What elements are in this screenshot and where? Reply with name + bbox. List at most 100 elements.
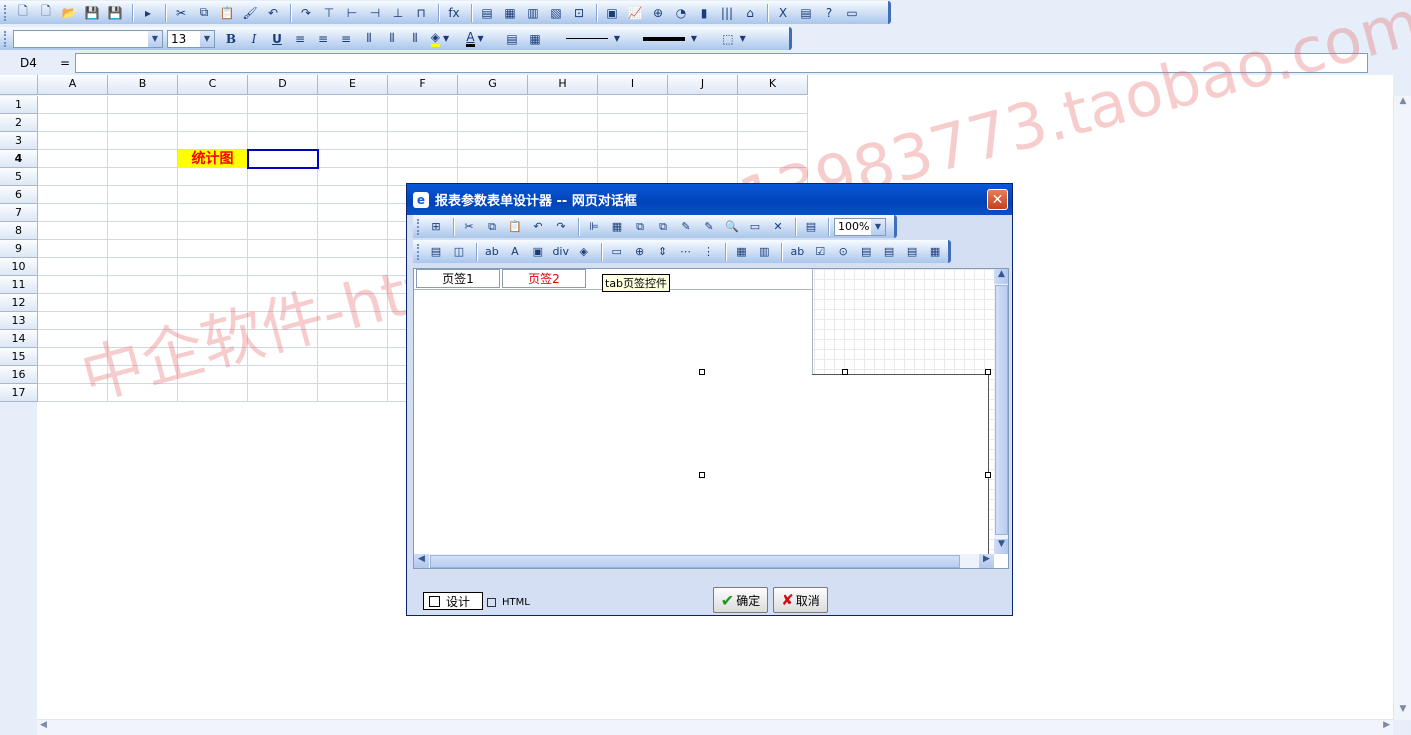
cell[interactable] [38,366,108,384]
line-width-button[interactable]: ▼ [639,29,701,49]
dialog-titlebar[interactable]: e 报表参数表单设计器 -- 网页对话框 [407,184,1012,215]
scroll-up-icon[interactable]: ▲ [1394,96,1411,112]
column-header-e[interactable]: E [318,75,388,95]
cell[interactable] [38,276,108,294]
globe-icon[interactable]: ⊕ [630,242,650,262]
edit-form-icon[interactable]: ✎ [699,217,719,237]
zoom-select[interactable]: 100% ▼ [834,217,886,236]
cell[interactable] [38,96,108,114]
cell[interactable] [598,150,668,168]
cell[interactable] [108,114,178,132]
cell[interactable] [178,222,248,240]
cell[interactable] [38,204,108,222]
cell[interactable] [38,240,108,258]
cell[interactable] [108,186,178,204]
cell[interactable] [108,294,178,312]
resize-handle[interactable] [842,369,848,375]
row-header-1[interactable]: 1 [0,96,38,114]
bring-front-icon[interactable]: ⧉ [630,217,650,237]
combo-icon[interactable]: ▤ [879,242,899,262]
cell[interactable] [178,96,248,114]
cell-c4[interactable]: 统计图 [178,150,247,168]
copy-icon[interactable]: ⧉ [482,217,502,237]
cell[interactable] [248,168,318,186]
cell[interactable] [318,204,388,222]
column-header-b[interactable]: B [108,75,178,95]
cell[interactable] [668,96,738,114]
cell[interactable] [388,150,458,168]
copy-icon[interactable]: ⧉ [194,3,214,23]
paste-icon[interactable]: 📋 [505,217,525,237]
column-header-j[interactable]: J [668,75,738,95]
cell[interactable] [178,258,248,276]
format-painter-icon[interactable]: 🖌 [240,3,260,23]
cell[interactable] [38,258,108,276]
column-header-c[interactable]: C [178,75,248,95]
scroll-left-icon[interactable]: ◀ [414,554,429,568]
column-header-k[interactable]: K [738,75,808,95]
cell[interactable] [178,384,248,402]
cell[interactable] [598,114,668,132]
pie-icon[interactable]: ◔ [671,3,691,23]
form-icon[interactable]: ▥ [523,3,543,23]
zoom-icon[interactable]: ⊕ [648,3,668,23]
scroll-down-icon[interactable]: ▼ [994,539,1008,554]
cell[interactable] [108,276,178,294]
tab-icon[interactable]: ▭ [607,242,627,262]
checkbox-icon[interactable]: ☑ [810,242,830,262]
cell[interactable] [248,258,318,276]
bold-button[interactable]: B [221,29,241,49]
tab-control[interactable]: 页签1 页签2 [414,269,813,568]
cell[interactable] [178,366,248,384]
listbox-icon[interactable]: ▤ [856,242,876,262]
border-icon[interactable]: ▤ [502,29,522,49]
row-header-7[interactable]: 7 [0,204,38,222]
tab-1[interactable]: 页签1 [416,269,500,288]
cell[interactable] [178,186,248,204]
report-icon[interactable]: ▦ [500,3,520,23]
vertical-scrollbar[interactable]: ▲ ▼ [1393,96,1411,720]
cell[interactable] [178,240,248,258]
toolbar-grip[interactable] [4,4,9,21]
input-icon[interactable]: ab [787,242,807,262]
resize-handle[interactable] [699,369,705,375]
resize-handle[interactable] [699,472,705,478]
cell[interactable] [248,132,318,150]
cell[interactable] [318,276,388,294]
toolbar-grip[interactable] [4,30,9,47]
open-folder-icon[interactable]: 📂 [59,3,79,23]
scroll-left-icon[interactable]: ◀ [40,720,47,730]
cell[interactable] [458,132,528,150]
grid-icon[interactable]: ▦ [525,29,545,49]
cell[interactable] [738,150,808,168]
redo-icon[interactable]: ↷ [296,3,316,23]
row-header-8[interactable]: 8 [0,222,38,240]
cell[interactable] [318,294,388,312]
cell[interactable] [178,312,248,330]
align-right-icon[interactable]: ≡ [336,29,356,49]
cell[interactable] [248,366,318,384]
cell[interactable] [178,294,248,312]
cell[interactable] [738,132,808,150]
cell[interactable] [388,132,458,150]
edit-icon[interactable]: ✎ [676,217,696,237]
table-icon[interactable]: ▧ [546,3,566,23]
row-header-9[interactable]: 9 [0,240,38,258]
font-size-select[interactable]: 13 ▼ [167,29,215,48]
cell[interactable] [598,132,668,150]
cell[interactable] [458,96,528,114]
list-icon[interactable]: ▤ [801,217,821,237]
cell[interactable] [178,168,248,186]
cell[interactable] [178,204,248,222]
scroll-right-icon[interactable]: ▶ [979,554,994,568]
cell[interactable] [318,384,388,402]
cell[interactable] [528,132,598,150]
excel-icon[interactable]: X [773,3,793,23]
save-icon[interactable]: 💾 [82,3,102,23]
row-header-12[interactable]: 12 [0,294,38,312]
cell[interactable] [108,348,178,366]
play-icon[interactable]: ▸ [138,3,158,23]
line-chart-icon[interactable]: 📈 [625,3,645,23]
cell[interactable] [38,348,108,366]
underline-button[interactable]: U [267,29,287,49]
